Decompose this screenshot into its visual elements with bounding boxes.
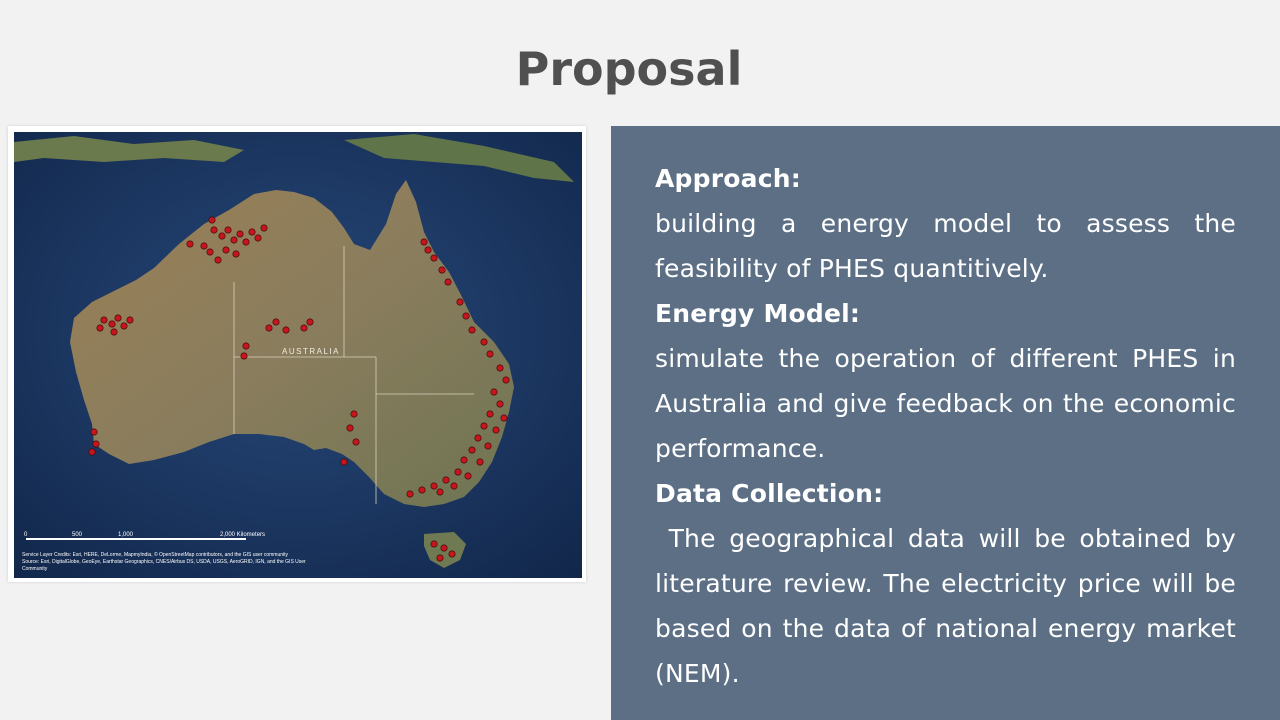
data-collection-heading: Data Collection: [655,479,884,508]
proposal-content: Approach: building a energy model to ass… [655,156,1236,696]
australia-phes-map: AUSTRALIA 0 500 1,000 2,000 Kilometers S… [8,126,586,582]
map-credits-line3: Community [22,566,48,572]
satellite-map-image: AUSTRALIA 0 500 1,000 2,000 Kilometers S… [14,132,582,578]
slide-title: Proposal [515,42,743,96]
map-credits-line1: Service Layer Credits: Esri, HERE, DeLor… [22,551,289,558]
approach-heading: Approach: [655,164,801,193]
data-collection-body: The geographical data will be obtained b… [655,524,1236,688]
scale-label-1000: 1,000 [118,532,134,538]
energy-model-heading: Energy Model: [655,299,861,328]
approach-body: building a energy model to assess the fe… [655,209,1236,283]
country-label: AUSTRALIA [282,347,340,356]
proposal-text-panel: Approach: building a energy model to ass… [611,126,1280,720]
energy-model-body: simulate the operation of different PHES… [655,344,1236,463]
scale-label-500: 500 [72,532,83,538]
map-credits-line2: Source: Esri, DigitalGlobe, GeoEye, Eart… [22,559,306,565]
scale-label-2000: 2,000 Kilometers [220,532,265,538]
